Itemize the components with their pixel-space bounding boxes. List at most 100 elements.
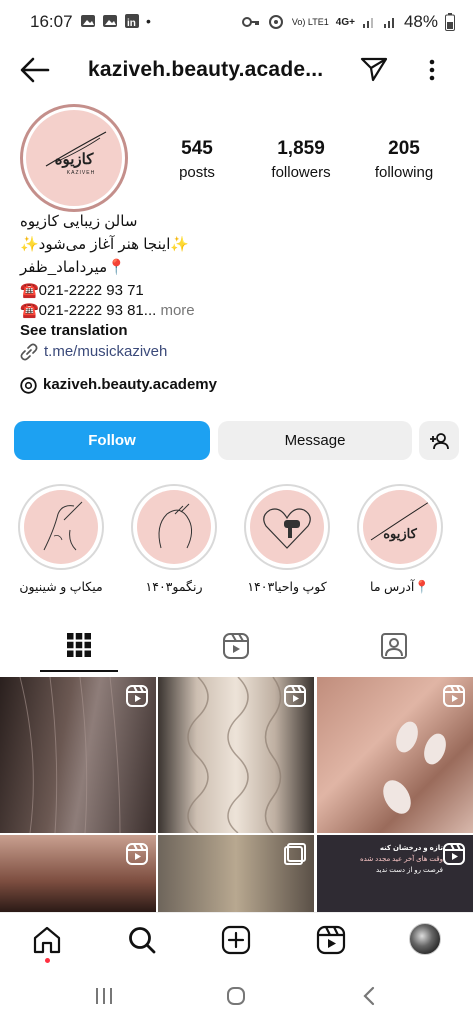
heart-hairdryer-icon — [263, 508, 311, 549]
threads-handle[interactable]: kaziveh.beauty.academy — [43, 375, 217, 395]
signal-icon-2 — [383, 18, 394, 28]
search-icon[interactable] — [127, 925, 157, 955]
stat-followers[interactable]: 1,859 followers — [246, 138, 356, 184]
reel-badge-icon — [126, 843, 148, 865]
follow-button[interactable]: Follow — [14, 421, 210, 460]
see-translation-link[interactable]: See translation — [20, 321, 128, 341]
bio-phone-2-row: ☎️021-2222 93 81... more — [20, 301, 195, 321]
nav-home[interactable] — [32, 925, 62, 963]
stat-following-number: 205 — [388, 138, 420, 159]
status-bar: 16:07 in • Vo) LTE1 4G+ 48% — [0, 0, 473, 44]
stat-posts-label: posts — [179, 164, 215, 181]
grid-post-4[interactable] — [0, 835, 156, 912]
grid-post-5[interactable] — [158, 835, 314, 912]
avatar-brand-name: کازیوه — [54, 150, 94, 168]
status-time: 16:07 — [30, 12, 73, 31]
grid-post-1[interactable] — [0, 677, 156, 833]
create-post-icon[interactable] — [221, 925, 251, 955]
profile-tabs — [0, 620, 473, 672]
profile-avatar[interactable]: کازیوه KAZIVEH — [20, 104, 128, 212]
signal-icon — [362, 18, 373, 28]
message-button[interactable]: Message — [218, 421, 412, 460]
post-overlay-text: تازه و درخشان کنه وقت های آخر عید مجدد ش… — [323, 843, 443, 876]
battery-icon — [445, 13, 455, 31]
makeup-illustration-icon — [43, 501, 83, 551]
multi-photo-icon — [284, 843, 306, 865]
stat-followers-label: followers — [271, 164, 331, 181]
highlight-label-hair-color: رنگمو۱۴۰۳ — [145, 580, 203, 594]
gallery-icon — [81, 15, 95, 27]
reel-badge-icon — [126, 685, 148, 707]
more-options-icon[interactable] — [428, 58, 436, 82]
stat-following-label: following — [374, 164, 434, 181]
highlight-label-makeup: میکاپ و شینیون — [19, 580, 103, 594]
alarm-icon — [268, 15, 283, 29]
back-arrow-icon[interactable] — [20, 57, 50, 83]
bio-line-2: ✨اینجا هنر آغاز می‌شود✨ — [20, 236, 190, 253]
reel-badge-icon — [443, 685, 465, 707]
suggest-people-button[interactable] — [419, 421, 459, 460]
reels-icon — [223, 633, 249, 659]
tab-reels[interactable] — [197, 620, 275, 672]
recent-apps-icon[interactable] — [94, 987, 114, 1005]
reel-badge-icon — [443, 843, 465, 865]
post-overlay-line-3: فرصت رو از دست ندید — [376, 867, 443, 874]
bio-link-row[interactable]: t.me/musickaziveh — [20, 342, 167, 362]
reels-nav-icon[interactable] — [316, 925, 346, 955]
stat-posts[interactable]: 545 posts — [142, 138, 252, 184]
stat-posts-number: 545 — [181, 138, 213, 159]
battery-percent: 48% — [403, 12, 438, 31]
send-direct-icon[interactable] — [360, 56, 388, 82]
avatar-brand-sub: KAZIVEH — [66, 170, 96, 176]
profile-username: kaziveh.beauty.acade... — [88, 58, 324, 81]
svg-text:in: in — [127, 18, 136, 29]
post-overlay-line-1: تازه و درخشان کنه — [379, 845, 443, 852]
status-right: Vo) LTE1 4G+ 48% — [241, 12, 455, 32]
add-person-icon — [430, 432, 449, 449]
system-navigation-bar — [0, 968, 473, 1024]
link-icon — [20, 343, 38, 361]
grid-post-3[interactable] — [317, 677, 473, 833]
avatar-logo: کازیوه KAZIVEH — [26, 110, 122, 206]
highlight-haircut[interactable]: کوپ واحیا۱۴۰۳ — [242, 484, 332, 594]
grid-post-6[interactable]: تازه و درخشان کنه وقت های آخر عید مجدد ش… — [317, 835, 473, 912]
post-overlay-line-2: وقت های آخر عید مجدد شده — [360, 856, 443, 863]
linkedin-icon: in — [125, 14, 139, 29]
home-icon — [33, 926, 61, 954]
grid-post-2[interactable] — [158, 677, 314, 833]
highlight-label-address: 📍آدرس ما — [370, 580, 430, 594]
highlight-makeup[interactable]: میکاپ و شینیون — [16, 484, 106, 594]
bottom-navigation — [0, 912, 473, 968]
threads-icon — [20, 376, 37, 394]
stat-followers-number: 1,859 — [277, 138, 325, 159]
bio-phone-1: ☎️021-2222 93 71 — [20, 282, 144, 299]
profile-nav-avatar[interactable] — [409, 923, 441, 955]
home-notification-dot — [44, 958, 50, 963]
gallery-icon-2 — [103, 15, 117, 27]
brand-logo-small-icon: کازیوه — [370, 501, 430, 542]
grid-icon — [67, 633, 91, 657]
stat-following[interactable]: 205 following — [349, 138, 459, 184]
status-notification-icons: in • — [80, 13, 151, 29]
hair-color-illustration-icon — [158, 503, 193, 549]
more-notifications-dot-icon: • — [146, 13, 151, 29]
highlight-address[interactable]: کازیوه 📍آدرس ما — [355, 484, 445, 595]
bio-phone-2: ☎️021-2222 93 81... — [20, 302, 157, 319]
network-label: 4G+ — [335, 16, 355, 28]
bio-more-link[interactable]: more — [156, 302, 194, 319]
bio-external-link[interactable]: t.me/musickaziveh — [44, 342, 167, 362]
svg-text:کازیوه: کازیوه — [383, 527, 417, 542]
tagged-person-icon — [381, 633, 407, 659]
volte-label: Vo) LTE1 — [291, 16, 329, 27]
bio-line-3: 📍میرداماد_ظفر — [20, 259, 126, 276]
back-button-icon[interactable] — [362, 986, 376, 1006]
key-icon — [241, 17, 259, 27]
reel-badge-icon — [284, 685, 306, 707]
bio-line-1: سالن زیبایی کازیوه — [20, 213, 138, 230]
highlight-hair-color[interactable]: رنگمو۱۴۰۳ — [129, 484, 219, 594]
home-button-icon[interactable] — [226, 986, 246, 1006]
tab-grid[interactable] — [40, 620, 118, 672]
tab-tagged[interactable] — [355, 620, 433, 672]
threads-row[interactable]: kaziveh.beauty.academy — [20, 375, 217, 395]
highlight-label-haircut: کوپ واحیا۱۴۰۳ — [247, 580, 327, 594]
